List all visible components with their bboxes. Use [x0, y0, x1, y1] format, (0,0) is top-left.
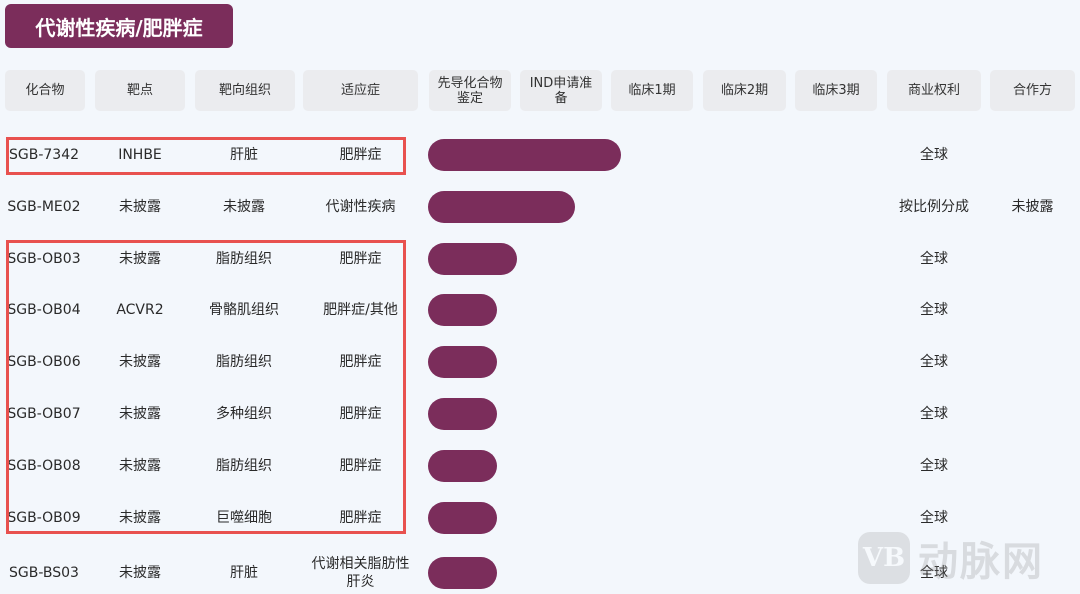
cell-target: INHBE	[118, 147, 162, 163]
watermark-logo-icon: VB	[858, 532, 910, 584]
cell-target: 未披露	[119, 510, 161, 526]
progress-bar	[428, 294, 497, 326]
highlight-box-group	[6, 240, 406, 534]
column-header: 靶点	[95, 70, 185, 111]
cell-indication: 肥胖症/其他	[323, 302, 398, 318]
cell-target: ACVR2	[116, 302, 164, 318]
cell-rights: 全球	[920, 458, 948, 474]
cell-tissue: 脂肪组织	[216, 354, 272, 370]
cell-compound: SGB-OB03	[7, 251, 81, 267]
cell-compound: SGB-OB04	[7, 302, 81, 318]
progress-bar	[428, 139, 621, 171]
cell-partner: 未披露	[1011, 199, 1054, 215]
cell-tissue: 肝脏	[230, 147, 258, 163]
cell-rights: 全球	[920, 302, 948, 318]
progress-bar	[428, 191, 575, 223]
progress-bar	[428, 346, 497, 378]
cell-tissue: 脂肪组织	[216, 251, 272, 267]
cell-compound: SGB-OB07	[7, 406, 81, 422]
column-header: 临床1期	[611, 70, 693, 111]
column-header: 临床2期	[703, 70, 786, 111]
cell-compound: SGB-OB06	[7, 354, 81, 370]
cell-target: 未披露	[119, 199, 161, 215]
cell-tissue: 脂肪组织	[216, 458, 272, 474]
cell-compound: SGB-OB09	[7, 510, 81, 526]
cell-target: 未披露	[119, 458, 161, 474]
cell-indication: 肥胖症	[339, 354, 382, 370]
cell-indication: 肥胖症	[339, 147, 382, 163]
cell-indication: 肥胖症	[339, 251, 382, 267]
cell-compound: SGB-ME02	[7, 199, 81, 215]
watermark-text: 动脉网	[918, 539, 1044, 585]
cell-tissue: 巨噬细胞	[216, 510, 272, 526]
progress-bar	[428, 557, 497, 589]
cell-tissue: 多种组织	[216, 406, 272, 422]
cell-indication: 肥胖症	[339, 458, 382, 474]
cell-rights: 全球	[920, 406, 948, 422]
cell-tissue: 未披露	[223, 199, 265, 215]
progress-bar	[428, 243, 517, 275]
column-header: 适应症	[303, 70, 418, 111]
column-header: 靶向组织	[195, 70, 295, 111]
cell-tissue: 骨骼肌组织	[209, 302, 279, 318]
cell-rights: 全球	[920, 354, 948, 370]
cell-indication: 肥胖症	[339, 406, 382, 422]
progress-bar	[428, 398, 497, 430]
cell-indication: 代谢相关脂肪性肝炎	[311, 556, 410, 590]
cell-rights: 全球	[920, 147, 948, 163]
cell-target: 未披露	[119, 354, 161, 370]
cell-indication: 代谢性疾病	[325, 199, 396, 215]
cell-target: 未披露	[119, 565, 161, 581]
progress-bar	[428, 502, 497, 534]
column-header: 先导化合物鉴定	[429, 70, 511, 111]
cell-tissue: 肝脏	[230, 565, 258, 581]
cell-compound: SGB-7342	[8, 147, 80, 163]
cell-rights: 全球	[920, 251, 948, 267]
column-header: 合作方	[990, 70, 1075, 111]
progress-bar	[428, 450, 497, 482]
cell-indication: 肥胖症	[339, 510, 382, 526]
cell-target: 未披露	[119, 406, 161, 422]
page-title: 代谢性疾病/肥胖症	[5, 4, 233, 48]
column-header: 商业权利	[887, 70, 981, 111]
cell-compound: SGB-OB08	[7, 458, 81, 474]
column-header: IND申请准备	[520, 70, 602, 111]
cell-compound: SGB-BS03	[9, 565, 79, 581]
cell-rights: 按比例分成	[899, 199, 969, 215]
column-header: 化合物	[5, 70, 85, 111]
cell-target: 未披露	[119, 251, 161, 267]
column-header: 临床3期	[795, 70, 877, 111]
watermark: VB 动脉网	[858, 530, 1044, 586]
